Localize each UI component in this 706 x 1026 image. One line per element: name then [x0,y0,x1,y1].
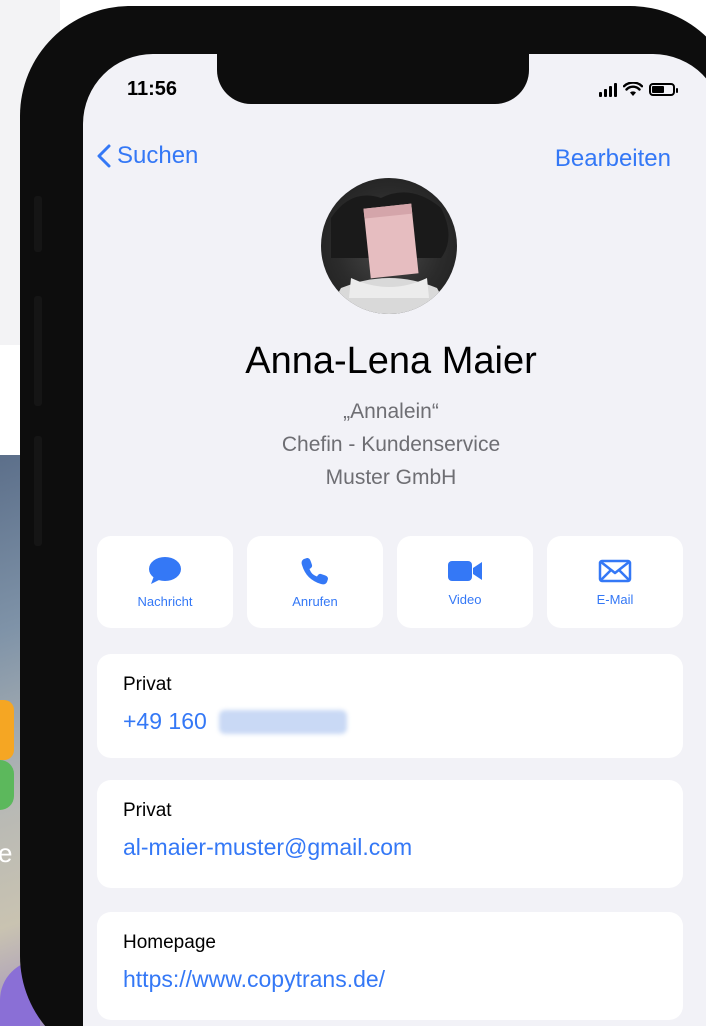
battery-icon [649,83,678,96]
phone-number[interactable]: +49 160 [123,708,207,735]
phone-icon [301,557,328,584]
homepage-field[interactable]: Homepage https://www.copytrans.de/ [97,912,683,1020]
video-camera-icon [448,560,482,581]
edit-button[interactable]: Bearbeiten [555,145,671,173]
redacted-digits [218,709,347,734]
phone-field[interactable]: Privat +49 160 [97,654,683,758]
cellular-signal-icon [599,82,617,97]
video-button[interactable]: Video [397,536,533,628]
phone-field-label: Privat [123,674,172,695]
phone-frame: 11:56 Suchen Bearbeiten Anna-Lena Maier … [20,6,706,1026]
message-bubble-icon [149,556,181,584]
contact-job-title: Chefin - Kundenservice [281,433,501,456]
contact-avatar [321,178,457,314]
volume-button [34,296,42,406]
notch [217,54,529,104]
background-app-label: e [0,838,13,868]
contact-nickname: „Annalein“ [343,400,439,423]
volume-button [34,436,42,546]
message-label: Nachricht [137,593,193,609]
background-app-icon [0,700,14,760]
status-icons [599,82,678,97]
volume-button [34,196,42,252]
email-button[interactable]: E-Mail [547,536,683,628]
email-address[interactable]: al-maier-muster@gmail.com [123,834,412,861]
call-label: Anrufen [292,593,338,609]
video-label: Video [448,591,482,607]
homepage-field-label: Homepage [123,932,216,953]
email-field[interactable]: Privat al-maier-muster@gmail.com [97,780,683,888]
chevron-left-icon [97,144,111,168]
wifi-icon [623,82,643,96]
contact-company: Muster GmbH [325,466,457,489]
status-time: 11:56 [127,78,178,100]
contact-name: Anna-Lena Maier [245,340,537,382]
envelope-icon [598,559,632,582]
email-field-label: Privat [123,800,172,821]
email-label: E-Mail [596,591,634,607]
background-app-icon [0,760,14,810]
message-button[interactable]: Nachricht [97,536,233,628]
call-button[interactable]: Anrufen [247,536,383,628]
avatar-photo [327,192,451,314]
quick-actions: Nachricht Anrufen Video E-Mail [97,536,683,628]
homepage-url[interactable]: https://www.copytrans.de/ [123,966,385,993]
back-button[interactable]: Suchen [97,142,198,170]
back-label: Suchen [117,142,199,169]
contact-screen: 11:56 Suchen Bearbeiten Anna-Lena Maier … [83,54,706,1026]
